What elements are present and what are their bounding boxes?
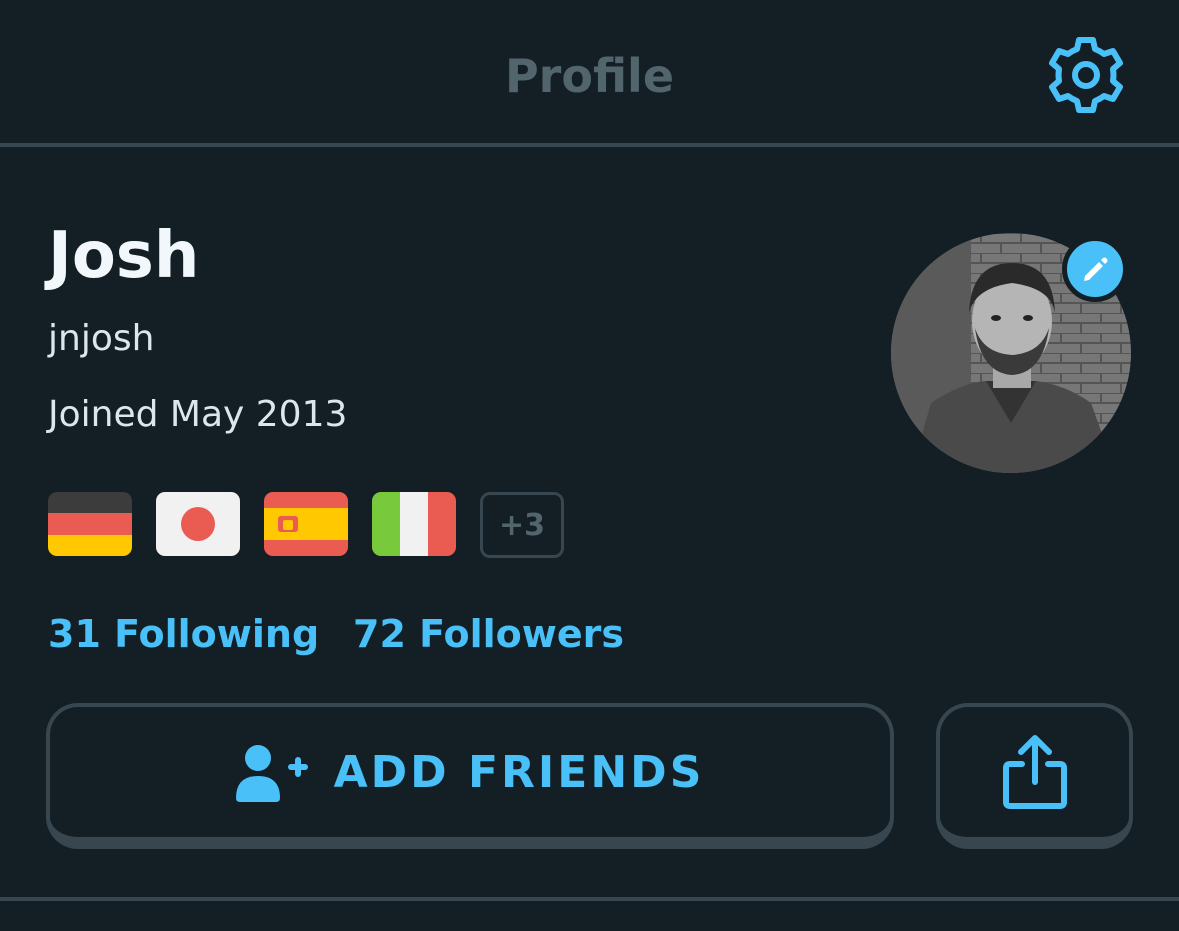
add-friends-button[interactable]: ADD FRIENDS bbox=[46, 703, 894, 849]
following-link[interactable]: 31 Following bbox=[48, 608, 319, 660]
add-friends-label: ADD FRIENDS bbox=[333, 746, 705, 798]
edit-avatar-button[interactable] bbox=[1062, 236, 1128, 302]
profile-screen: Profile Josh jnjosh Joined May 2013 +3 3… bbox=[0, 0, 1179, 931]
japan-flag[interactable] bbox=[156, 492, 240, 556]
page-title: Profile bbox=[504, 49, 675, 103]
settings-button[interactable] bbox=[1045, 34, 1127, 116]
header: Profile bbox=[0, 0, 1179, 145]
section-divider bbox=[0, 897, 1179, 901]
pencil-icon bbox=[1084, 257, 1108, 281]
spain-flag[interactable] bbox=[264, 492, 348, 556]
italy-flag[interactable] bbox=[372, 492, 456, 556]
share-icon bbox=[1002, 735, 1067, 809]
username: jnjosh bbox=[48, 318, 155, 359]
header-divider bbox=[0, 143, 1179, 147]
gear-icon bbox=[1049, 37, 1123, 113]
display-name: Josh bbox=[48, 219, 200, 293]
followers-link[interactable]: 72 Followers bbox=[353, 608, 624, 660]
avatar-container bbox=[891, 233, 1131, 473]
germany-flag[interactable] bbox=[48, 492, 132, 556]
share-button[interactable] bbox=[936, 703, 1133, 849]
joined-date: Joined May 2013 bbox=[48, 394, 348, 435]
add-user-icon bbox=[235, 745, 308, 802]
more-languages-badge[interactable]: +3 bbox=[480, 492, 564, 558]
